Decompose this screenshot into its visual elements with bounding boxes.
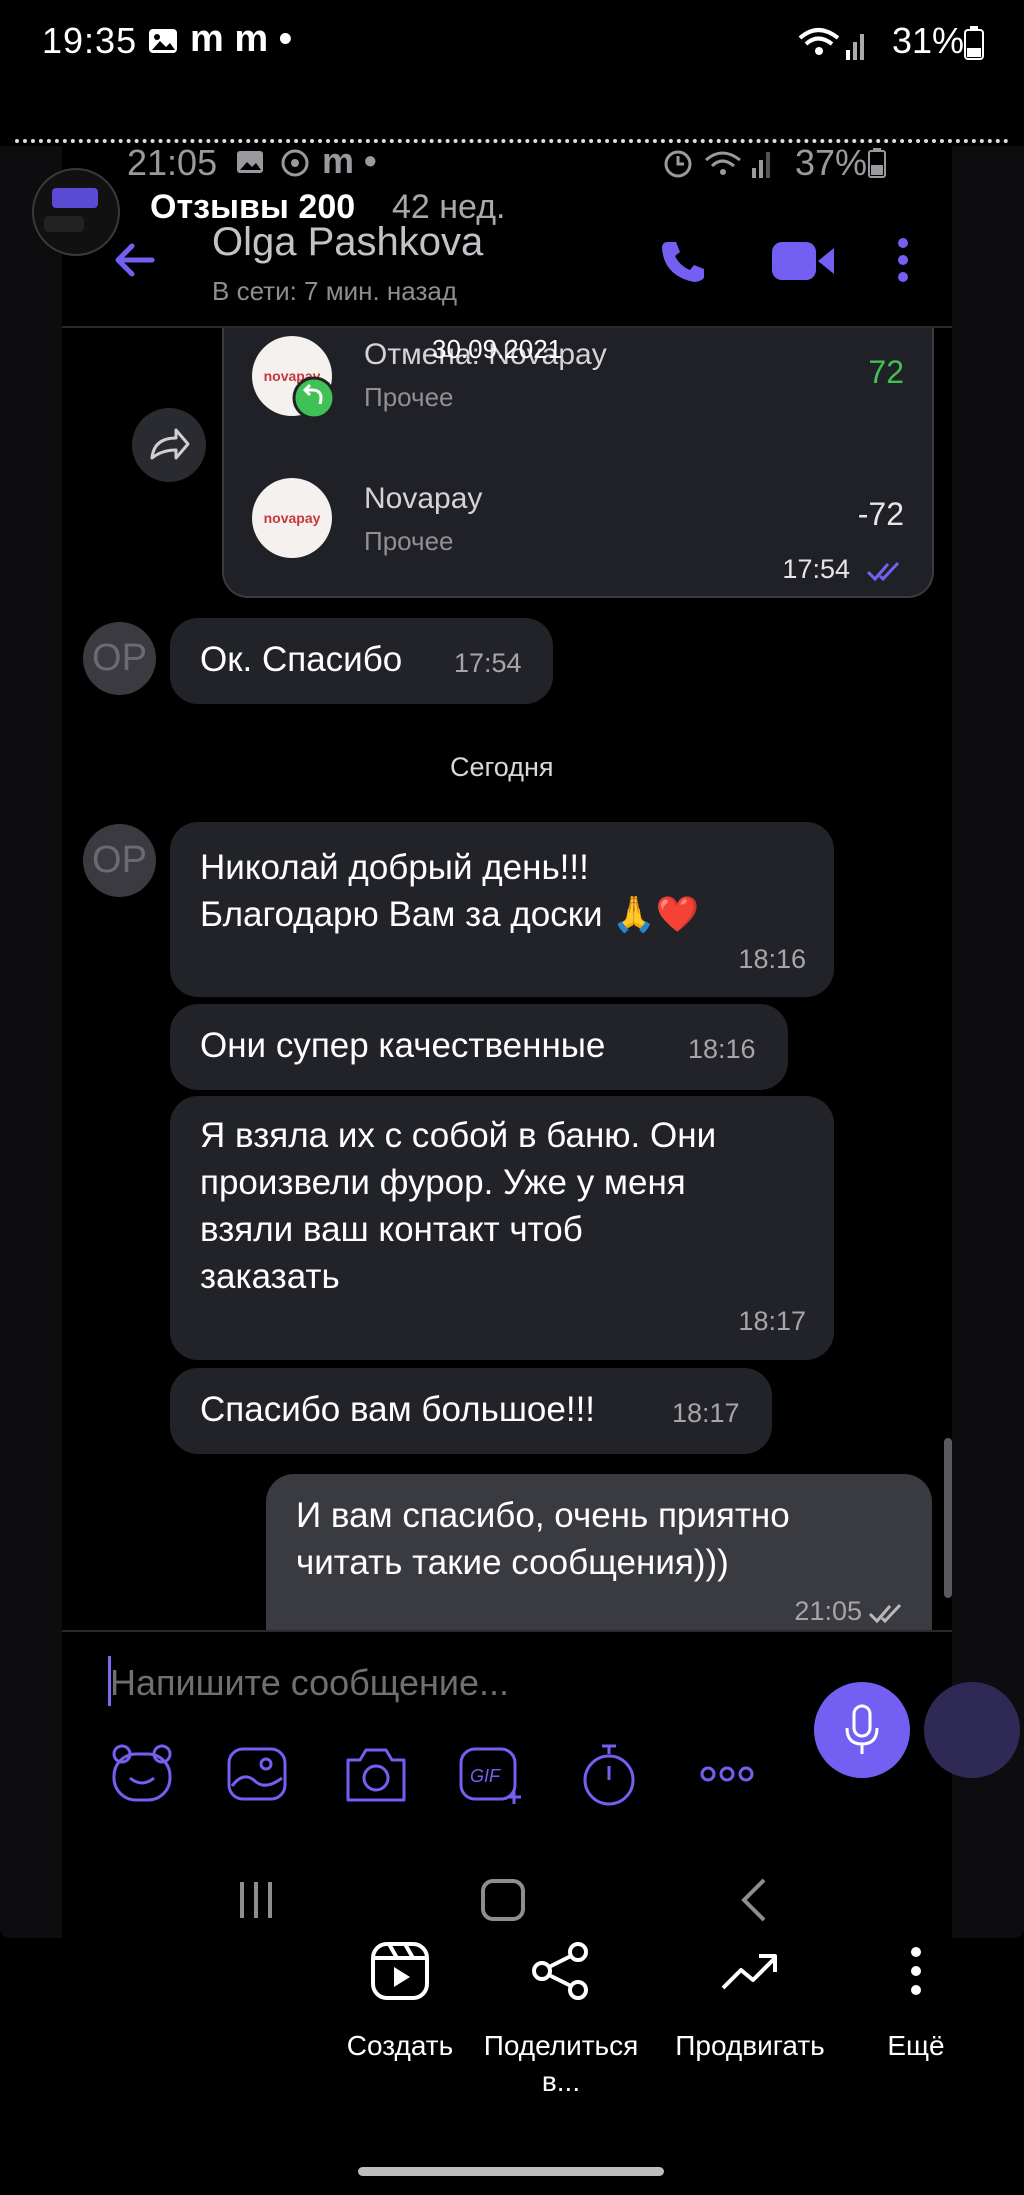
inner-battery: 37% xyxy=(795,142,868,183)
date-chip: 30.09.2021 xyxy=(432,334,563,364)
more-icon[interactable] xyxy=(698,1764,756,1784)
inner-status-time: 21:05 xyxy=(127,142,218,183)
trend-icon xyxy=(721,1954,777,1990)
message-time: 18:16 xyxy=(738,944,806,974)
message-text: Я взяла их с собой в баню. Они произвели… xyxy=(200,1116,717,1296)
transaction-category: Прочее xyxy=(364,526,454,556)
video-call-icon[interactable] xyxy=(770,240,836,282)
gif-icon[interactable]: GIF xyxy=(458,1746,524,1806)
chat-scrollbar[interactable] xyxy=(944,1438,952,1598)
message-bubble[interactable]: Они супер качественные 18:16 xyxy=(170,1004,788,1090)
gallery-icon[interactable] xyxy=(226,1746,288,1802)
transaction-amount: -72 xyxy=(857,496,904,532)
home-icon[interactable] xyxy=(480,1878,526,1922)
wifi-signal-icon xyxy=(798,28,864,60)
battery-level: 31% xyxy=(891,20,964,61)
promote-action[interactable]: Продвигать xyxy=(665,1940,835,2064)
promote-label: Продвигать xyxy=(675,2030,825,2061)
inner-gallery-icon xyxy=(237,151,263,173)
share-action[interactable]: Поделиться в... xyxy=(476,1940,646,2100)
message-time: 21:05 xyxy=(794,1596,862,1626)
more-vert-icon xyxy=(911,1947,921,1995)
forward-icon[interactable] xyxy=(132,408,206,482)
message-bubble[interactable]: Я взяла их с собой в баню. Они произвели… xyxy=(170,1096,834,1360)
battery-icon xyxy=(964,26,984,60)
story-avatar[interactable] xyxy=(32,168,120,256)
recents-icon[interactable] xyxy=(236,1880,276,1920)
timer-icon[interactable] xyxy=(580,1742,638,1806)
back-icon[interactable] xyxy=(738,1878,768,1922)
date-separator: Сегодня xyxy=(450,752,554,782)
transaction-amount: 72 xyxy=(868,354,904,390)
back-arrow-icon[interactable] xyxy=(112,238,156,282)
message-bubble[interactable]: Николай добрый день!!! Благодарю Вам за … xyxy=(170,822,834,997)
message-bubble[interactable]: Ок. Спасибо 17:54 xyxy=(170,618,553,704)
message-time: 17:54 xyxy=(454,648,522,678)
call-icon[interactable] xyxy=(660,238,706,284)
chat-menu-icon[interactable] xyxy=(896,236,910,284)
message-time: 18:17 xyxy=(738,1306,806,1336)
novapay-logo: novapay xyxy=(252,478,332,558)
inner-battery-icon xyxy=(868,148,886,178)
inner-viber-icon xyxy=(281,149,309,177)
transaction-card[interactable]: novapay Отмена: Novapay Прочее 72 novapa… xyxy=(222,328,934,598)
message-input[interactable]: Напишите сообщение... xyxy=(110,1662,509,1704)
gallery-notification-icon xyxy=(149,29,177,53)
create-action[interactable]: Создать xyxy=(315,1940,485,2064)
contact-name[interactable]: Olga Pashkova xyxy=(212,220,483,265)
message-time: 17:54 xyxy=(782,554,850,584)
transaction-category: Прочее xyxy=(364,382,454,412)
message-bubble[interactable]: Спасибо вам большое!!! 18:17 xyxy=(170,1368,772,1454)
avatar[interactable]: OP xyxy=(83,622,156,695)
share-icon xyxy=(532,1942,588,2000)
avatar[interactable]: OP xyxy=(83,824,156,897)
create-label: Создать xyxy=(346,2030,454,2061)
inner-signal-icons xyxy=(664,150,770,178)
status-time: 19:35 xyxy=(42,20,138,61)
voice-message-button[interactable] xyxy=(814,1682,910,1778)
reel-icon xyxy=(371,1942,429,2000)
microphone-icon xyxy=(845,1704,879,1754)
share-label: Поделиться в... xyxy=(483,2030,639,2097)
notification-letters: m m • xyxy=(190,18,292,60)
read-receipt-icon xyxy=(866,561,900,582)
composer-divider xyxy=(62,1630,952,1632)
message-text: И вам спасибо, очень приятно читать таки… xyxy=(296,1496,790,1582)
transaction-name: Novapay xyxy=(364,482,483,515)
sticker-icon[interactable] xyxy=(108,1744,176,1804)
message-text: Они супер качественные xyxy=(200,1026,606,1065)
delivered-receipt-icon xyxy=(868,1603,902,1624)
message-text: Спасибо вам большое!!! xyxy=(200,1390,596,1429)
camera-icon[interactable] xyxy=(342,1744,410,1804)
gesture-bar[interactable] xyxy=(358,2167,664,2176)
svg-text:GIF: GIF xyxy=(470,1766,501,1786)
more-label: Ещё xyxy=(887,2030,945,2061)
refund-badge-icon xyxy=(292,376,336,420)
message-time: 18:17 xyxy=(672,1398,740,1428)
message-time: 18:16 xyxy=(688,1034,756,1064)
message-text: Ок. Спасибо xyxy=(200,640,403,679)
secondary-action-button[interactable] xyxy=(924,1682,1020,1778)
more-action[interactable]: Ещё xyxy=(866,1940,966,2064)
inner-notification-letters: m • xyxy=(322,140,377,181)
status-bar: 19:35 m m • 31% xyxy=(0,0,1024,90)
outgoing-message-bubble[interactable]: И вам спасибо, очень приятно читать таки… xyxy=(266,1474,932,1630)
contact-last-seen: В сети: 7 мин. назад xyxy=(212,276,458,306)
message-text: Николай добрый день!!! Благодарю Вам за … xyxy=(200,848,700,934)
